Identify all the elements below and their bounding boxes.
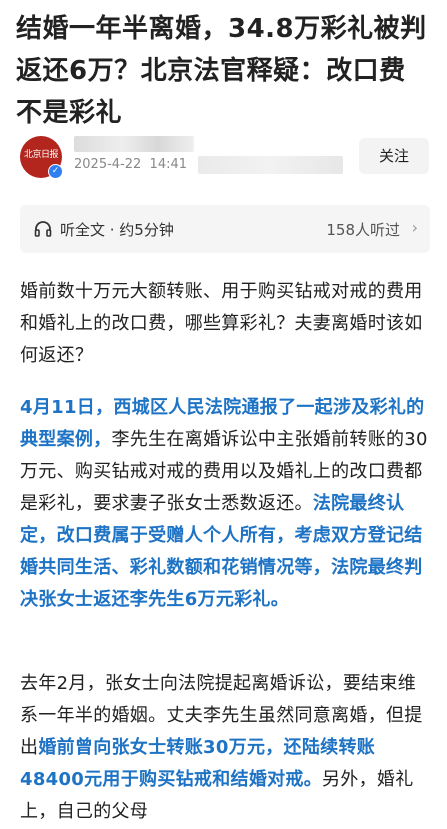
blurred-region [198,156,343,174]
post-meta: 2025-4-22 14:41 [74,157,187,172]
listen-count: 158人听过 [326,221,400,239]
listen-label: 听全文 · 约5分钟 [60,221,174,239]
paragraph-case: 4月11日，西城区人民法院通报了一起涉及彩礼的典型案例，李先生在离婚诉讼中主张婚… [20,392,430,616]
headphones-icon [34,221,52,237]
author-name-blurred[interactable] [74,136,194,152]
post-time: 14:41 [149,157,188,172]
paragraph-background: 去年2月，张女士向法院提起离婚诉讼，要结束维系一年半的婚姻。丈夫李先生虽然同意离… [20,668,430,828]
paragraph-intro: 婚前数十万元大额转账、用于购买钻戒对戒的费用和婚礼上的改口费，哪些算彩礼？夫妻离… [20,276,430,372]
follow-button[interactable]: 关注 [359,138,429,174]
post-date: 2025-4-22 [74,157,142,172]
chevron-right-icon: › [411,218,418,237]
body-text: 婚前数十万元大额转账、用于购买钻戒对戒的费用和婚礼上的改口费，哪些算彩礼？夫妻离… [20,281,423,366]
avatar-logo: 北京日报 [23,150,59,160]
article-title: 结婚一年半离婚，34.8万彩礼被判返还6万？北京法官释疑：改口费不是彩礼 [16,14,427,128]
listen-bar[interactable]: 听全文 · 约5分钟 158人听过 › [20,205,430,253]
verified-badge-icon: ✓ [48,164,63,179]
author-row: 北京日报 ✓ 2025-4-22 14:41 关注 [16,132,431,180]
